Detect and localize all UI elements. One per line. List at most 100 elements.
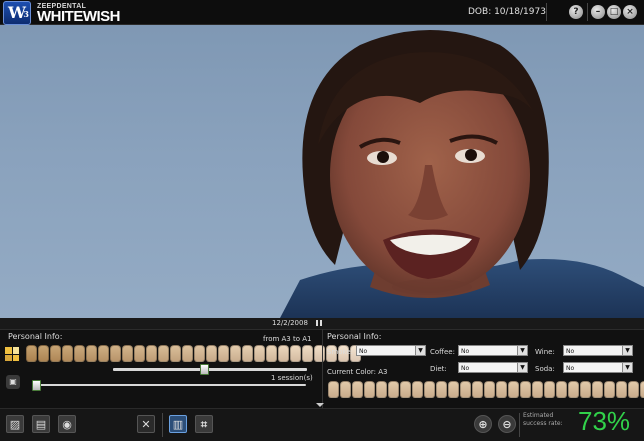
coffee-select[interactable]: No ▼ [458,345,528,356]
shade-guide-icon[interactable] [5,347,19,361]
session-slider-thumb[interactable] [32,380,41,391]
success-rate-value: 73% [578,406,631,436]
camera-sessions-icon[interactable]: ▣ [6,375,20,389]
app-logo: W 3 ZEEPDENTAL WHITEWISH [3,1,121,25]
shade-tooth [206,345,217,362]
shade-tooth [580,381,591,398]
smoke-label: Smoke: [327,348,354,356]
shade-tooth [38,345,49,362]
minimize-button[interactable]: – [591,5,605,19]
shade-tooth [388,381,399,398]
wine-value: No [566,348,575,355]
soda-select[interactable]: No ▼ [563,362,633,373]
treatment-panel: 12/2/2008 Personal Info: from A3 to A1 ▣… [0,318,644,408]
shade-tooth [218,345,229,362]
shade-tooth [278,345,289,362]
chevron-down-icon: ▼ [622,363,632,372]
shade-tooth [328,381,339,398]
coffee-value: No [461,348,470,355]
chevron-down-icon: ▼ [517,363,527,372]
diet-select[interactable]: No ▼ [458,362,528,373]
shade-tooth [242,345,253,362]
shade-tooth [424,381,435,398]
current-shade-strip [328,381,644,398]
shade-tooth [472,381,483,398]
chevron-down-icon: ▼ [517,346,527,355]
session-date: 12/2/2008 [272,319,308,327]
toolbar-divider [162,413,163,437]
shade-tooth [302,345,313,362]
shade-tooth [556,381,567,398]
estimated-success-label: Estimated success rate: [523,412,563,428]
shade-tooth [194,345,205,362]
help-button[interactable]: ? [569,5,583,19]
shade-tooth [26,345,37,362]
maximize-button[interactable]: □ [607,5,621,19]
shade-tooth [254,345,265,362]
shade-tooth [508,381,519,398]
patient-dob: DOB: 10/18/1973 [468,7,546,17]
shade-tooth [62,345,73,362]
diet-label: Diet: [430,365,447,373]
shade-tooth [86,345,97,362]
shade-tooth [592,381,603,398]
logo-mark-sub: 3 [23,9,29,19]
whitening-slider-thumb[interactable] [200,364,210,375]
patient-photo [0,25,644,318]
zoom-out-icon[interactable]: ⊖ [498,415,516,433]
zoom-in-icon[interactable]: ⊕ [474,415,492,433]
shade-tooth [640,381,644,398]
shade-range-label: from A3 to A1 [263,335,312,343]
pause-icon[interactable] [316,320,322,326]
shade-tooth [158,345,169,362]
wine-label: Wine: [535,348,555,356]
current-color-label: Current Color: A3 [327,368,388,376]
title-divider [587,3,588,21]
shade-tooth [364,381,375,398]
shade-tooth [340,381,351,398]
delete-icon[interactable]: ✕ [137,415,155,433]
shade-tooth [544,381,555,398]
shade-tooth [290,345,301,362]
smoke-select[interactable]: No ▼ [356,345,426,356]
shade-tooth [460,381,471,398]
shade-tooth [122,345,133,362]
shade-tooth [182,345,193,362]
right-personal-info-heading: Personal Info: [327,332,382,341]
shade-tooth [484,381,495,398]
logo-product: WHITEWISH [37,7,121,25]
save-icon[interactable]: ▤ [32,415,50,433]
shade-tooth [496,381,507,398]
collapse-panel-icon[interactable] [316,403,324,407]
wine-select[interactable]: No ▼ [563,345,633,356]
shade-tooth [134,345,145,362]
shade-tooth [400,381,411,398]
shade-tooth [628,381,639,398]
soda-label: Soda: [535,365,555,373]
toolbar-divider [519,413,520,437]
coffee-label: Coffee: [430,348,455,356]
shade-scale-strip[interactable] [26,345,361,362]
logo-mark: W 3 [3,1,31,25]
shade-tooth [412,381,423,398]
whitening-slider-track[interactable] [113,368,307,371]
shade-tooth [314,345,325,362]
open-image-icon[interactable]: ▨ [6,415,24,433]
camera-icon[interactable]: ◉ [58,415,76,433]
shade-tooth [146,345,157,362]
estimated-label-line1: Estimated [523,412,554,419]
estimated-label-line2: success rate: [523,420,563,427]
title-divider [546,3,547,21]
left-personal-info-heading: Personal Info: [8,332,63,341]
shade-tooth [376,381,387,398]
close-button[interactable]: × [623,5,637,19]
shade-tooth [436,381,447,398]
shade-tooth [448,381,459,398]
shade-tooth [266,345,277,362]
compare-view-icon[interactable]: ▥ [169,415,187,433]
session-slider-track[interactable] [32,384,306,386]
chevron-down-icon: ▼ [622,346,632,355]
shade-tooth [50,345,61,362]
smoke-value: No [359,348,368,355]
crop-icon[interactable]: ⌗ [195,415,213,433]
